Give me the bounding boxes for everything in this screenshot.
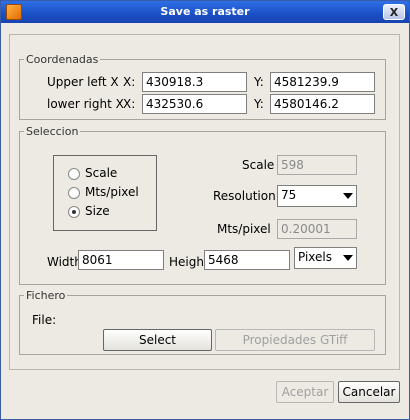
title-bar[interactable]: Save as raster X xyxy=(1,1,409,23)
chevron-down-icon[interactable] xyxy=(343,255,353,261)
upper-left-y-label: Y: xyxy=(254,75,264,89)
radio-size-indicator[interactable] xyxy=(68,206,80,218)
width-label: Width xyxy=(47,255,82,269)
window-title: Save as raster xyxy=(160,5,250,18)
height-field[interactable]: 5468 xyxy=(204,250,290,270)
resolution-select[interactable]: 75 xyxy=(277,185,357,207)
seleccion-legend: Seleccion xyxy=(26,125,79,138)
select-button[interactable]: Select xyxy=(103,329,212,351)
file-label: File: xyxy=(32,313,57,327)
upper-left-label: Upper left X xyxy=(47,75,119,89)
upper-left-x-field[interactable]: 430918.3 xyxy=(142,72,247,92)
radio-scale-label: Scale xyxy=(85,166,118,180)
fichero-legend: Fichero xyxy=(26,289,66,302)
resolution-value: 75 xyxy=(281,188,297,202)
width-field[interactable]: 8061 xyxy=(78,250,164,270)
accept-button: Aceptar xyxy=(276,381,334,403)
mts-pixel-field: 0.20001 xyxy=(277,219,357,239)
coordenadas-legend: Coordenadas xyxy=(26,53,99,66)
lower-right-y-label: Y: xyxy=(254,97,264,111)
chevron-down-icon[interactable] xyxy=(343,193,353,199)
upper-left-y-field[interactable]: 4581239.9 xyxy=(270,72,375,92)
units-select[interactable]: Pixels xyxy=(294,247,357,269)
lower-right-y-field[interactable]: 4580146.2 xyxy=(270,94,375,114)
lower-right-label: lower right X xyxy=(47,97,124,111)
mts-pixel-label: Mts/pixel xyxy=(217,222,271,236)
close-button[interactable]: X xyxy=(383,4,405,20)
radio-size-label: Size xyxy=(85,204,110,218)
lower-right-x-field[interactable]: 432530.6 xyxy=(142,94,247,114)
upper-left-x-label: X: xyxy=(123,75,136,89)
cancel-button[interactable]: Cancelar xyxy=(338,381,400,403)
radio-mts-pixel-label: Mts/pixel xyxy=(85,185,139,199)
scale-label: Scale xyxy=(242,158,275,172)
propiedades-gtiff-button: Propiedades GTiff xyxy=(215,329,375,351)
resolution-label: Resolution xyxy=(213,189,276,203)
save-as-raster-dialog: Save as raster X Coordenadas Upper left … xyxy=(0,0,410,420)
height-label: Height xyxy=(169,255,209,269)
units-value: Pixels xyxy=(298,250,333,264)
selection-mode-box: Scale Mts/pixel Size xyxy=(53,155,157,231)
radio-scale-indicator[interactable] xyxy=(68,168,80,180)
radio-mts-pixel-indicator[interactable] xyxy=(68,187,80,199)
lower-right-x-label: X: xyxy=(123,97,136,111)
scale-field: 598 xyxy=(277,155,357,175)
